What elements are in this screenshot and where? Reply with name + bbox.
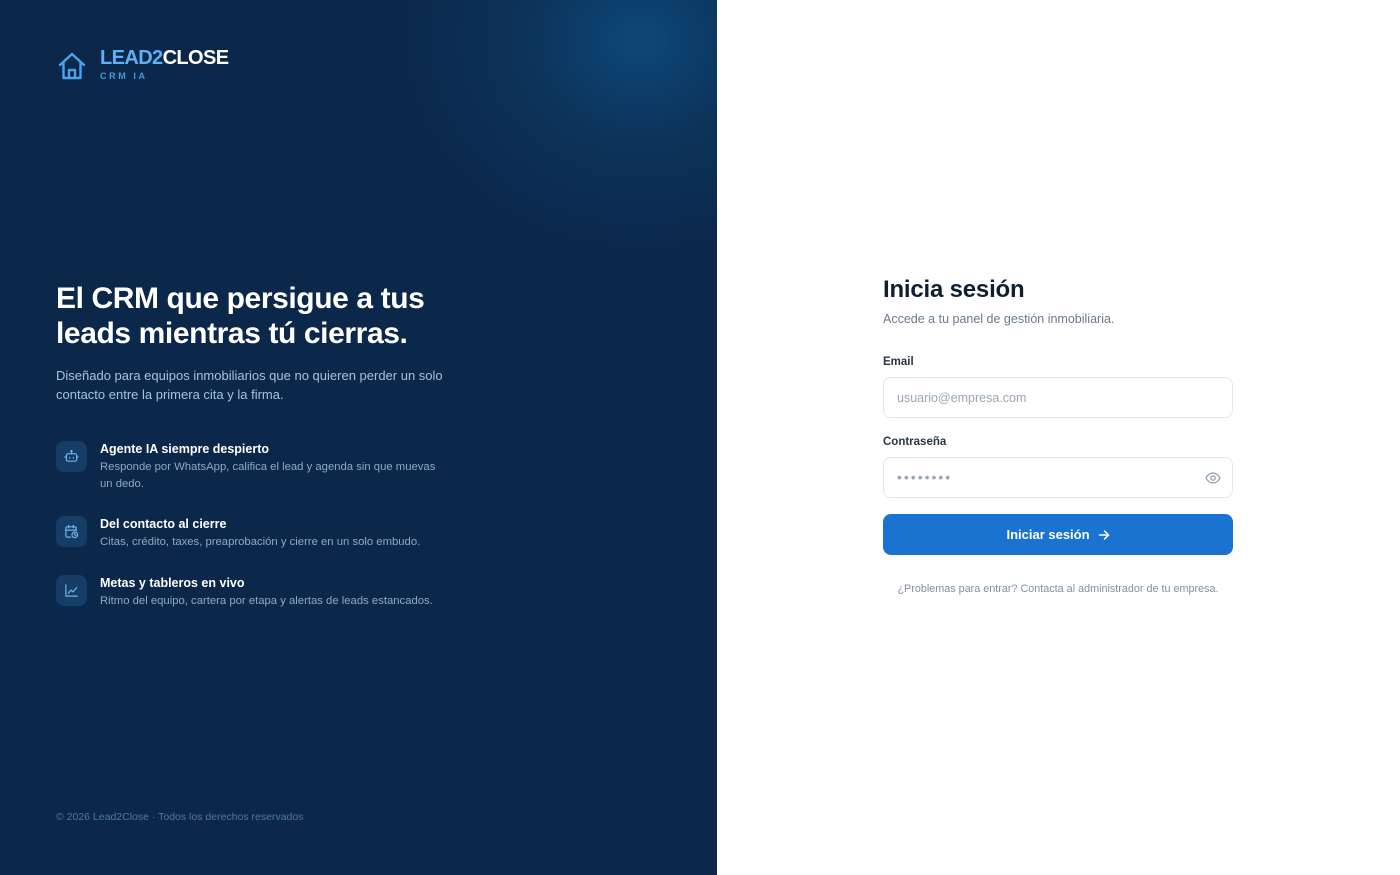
eye-icon[interactable]	[1205, 470, 1221, 486]
brand-panel: LEAD2CLOSE CRM IA El CRM que persigue a …	[0, 0, 717, 875]
arrow-right-icon	[1098, 529, 1109, 540]
brand-subtitle: CRM IA	[100, 71, 148, 81]
login-button-label: Iniciar sesión	[1006, 527, 1090, 542]
hero-headline: El CRM que persigue a tus leads mientras…	[56, 282, 425, 350]
password-field[interactable]	[884, 458, 1232, 497]
bot-icon	[56, 441, 87, 472]
email-field[interactable]	[884, 378, 1232, 417]
house-icon	[58, 52, 86, 80]
login-panel: Inicia sesión Accede a tu panel de gesti…	[717, 0, 1400, 875]
feature-title: Metas y tableros en vivo	[100, 576, 245, 590]
brand-logo: LEAD2CLOSE CRM IA	[56, 47, 229, 82]
hero-intro: Diseñado para equipos inmobiliarios que …	[56, 368, 443, 402]
feature-item: Agente IA siempre despierto Responde por…	[56, 441, 450, 493]
feature-title: Del contacto al cierre	[100, 517, 227, 531]
feature-description: Citas, crédito, taxes, preaprobación y c…	[100, 536, 421, 548]
feature-item: Del contacto al cierre Citas, crédito, t…	[56, 516, 450, 551]
feature-description: Ritmo del equipo, cartera por etapa y al…	[100, 595, 433, 607]
login-title: Inicia sesión	[883, 276, 1025, 303]
help-text: ¿Problemas para entrar? Contacta al admi…	[897, 583, 1219, 595]
password-label: Contraseña	[883, 436, 947, 448]
feature-title: Agente IA siempre despierto	[100, 442, 270, 456]
login-button[interactable]: Iniciar sesión	[883, 514, 1233, 555]
feature-item: Metas y tableros en vivo Ritmo del equip…	[56, 575, 450, 610]
password-field-wrapper	[883, 457, 1233, 498]
email-field-wrapper	[883, 377, 1233, 418]
email-label: Email	[883, 356, 914, 368]
feature-description: Responde por WhatsApp, califica el lead …	[100, 461, 436, 490]
login-subtitle: Accede a tu panel de gestión inmobiliari…	[883, 312, 1115, 326]
calendar-clock-icon	[56, 516, 87, 547]
copyright-text: © 2026 Lead2Close · Todos los derechos r…	[56, 811, 304, 823]
chart-line-icon	[56, 575, 87, 606]
brand-name: LEAD2CLOSE	[100, 47, 229, 69]
